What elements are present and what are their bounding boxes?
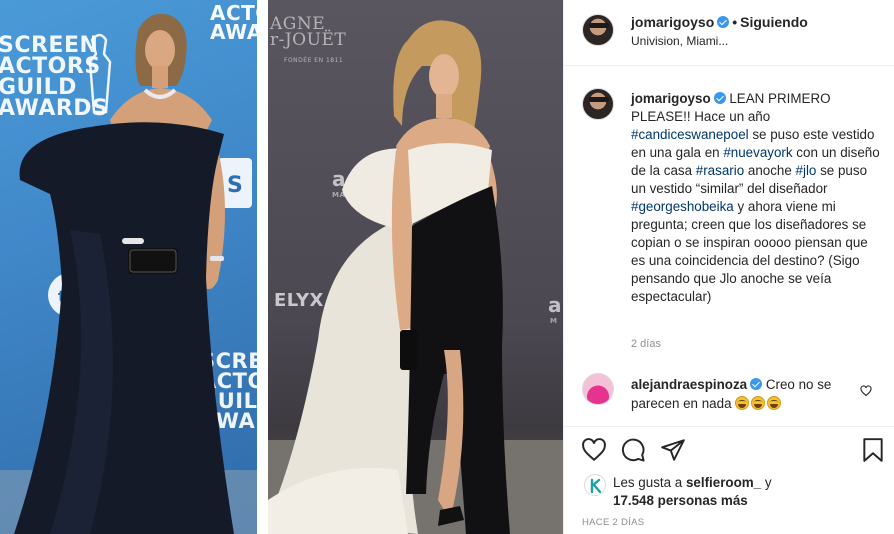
post-image-left: SCREEN ACTORS GUILD AWARDS ACTO AWA SCRE… (0, 0, 257, 534)
hashtag-link[interactable]: #jlo (796, 163, 817, 178)
hashtag-link[interactable]: #georgeshobeika (631, 199, 734, 214)
grinning-emoji-icon (751, 396, 766, 410)
following-button[interactable]: Siguiendo (740, 14, 808, 30)
commenter-username[interactable]: alejandraespinoza (631, 377, 747, 392)
verified-badge-icon (717, 16, 730, 28)
caption-username[interactable]: jomarigoyso (631, 91, 711, 106)
k-logo-icon (590, 478, 602, 494)
caption-text-10: y ahora viene mi pregunta; creen que los… (631, 199, 868, 304)
hashtag-link[interactable]: #candiceswanepoel (631, 127, 749, 142)
share-icon[interactable] (660, 437, 686, 463)
hashtag-link[interactable]: #rasario (696, 163, 744, 178)
likes-middle: y (761, 475, 772, 490)
post-sidebar: jomarigoyso • Siguiendo Univision, Miami..… (563, 0, 894, 534)
commenter-verified-badge-icon (750, 378, 763, 390)
commenter-avatar[interactable] (582, 373, 614, 405)
likes-prefix: Les gusta a (613, 475, 686, 490)
caption-author-avatar[interactable] (582, 88, 614, 120)
grinning-emoji-icon (735, 396, 750, 410)
likes-count[interactable]: 17.548 personas más (613, 493, 748, 508)
post-image-right: AGNE r-JOUËT FONDÉE EN 1811 ELYX a MA a … (268, 0, 563, 534)
heart-icon[interactable] (581, 437, 607, 463)
liker-avatar[interactable] (584, 474, 606, 496)
post-caption: jomarigoyso LEAN PRIMERO PLEASE!! Hace u… (631, 90, 881, 306)
grinning-emoji-icon (767, 396, 782, 410)
header-user-line: jomarigoyso • Siguiendo (631, 14, 808, 30)
post-header: jomarigoyso • Siguiendo Univision, Miami..… (564, 0, 894, 66)
caption-text-6: anoche (744, 163, 796, 178)
header-separator: • (732, 14, 738, 30)
likes-summary: Les gusta a selfieroom_ y 17.548 persona… (613, 474, 883, 510)
location-link[interactable]: Univision, Miami... (631, 34, 728, 48)
author-avatar[interactable] (582, 14, 614, 46)
s-logo-text: S (227, 173, 243, 198)
caption-verified-badge-icon (713, 92, 726, 104)
comment-like-heart-icon[interactable] (860, 385, 872, 397)
author-username[interactable]: jomarigoyso (631, 14, 714, 30)
post-actions: Les gusta a selfieroom_ y 17.548 persona… (564, 426, 894, 534)
hashtag-link[interactable]: #nuevayork (723, 145, 792, 160)
image-divider (257, 0, 268, 534)
liker-username[interactable]: selfieroom_ (686, 475, 761, 490)
comments-section: jomarigoyso LEAN PRIMERO PLEASE!! Hace u… (564, 66, 894, 426)
caption-timestamp: 2 días (631, 338, 661, 350)
post-timestamp[interactable]: HACE 2 DÍAS (582, 517, 644, 528)
woman-bow-gown-figure (268, 20, 563, 534)
woman-black-gown-figure: tnt S (0, 13, 257, 534)
bookmark-icon[interactable] (860, 437, 886, 463)
comment-item: alejandraespinoza Creo no se parecen en … (631, 375, 851, 413)
comment-icon[interactable] (620, 437, 646, 463)
post-image[interactable]: SCREEN ACTORS GUILD AWARDS ACTO AWA SCRE… (0, 0, 563, 534)
